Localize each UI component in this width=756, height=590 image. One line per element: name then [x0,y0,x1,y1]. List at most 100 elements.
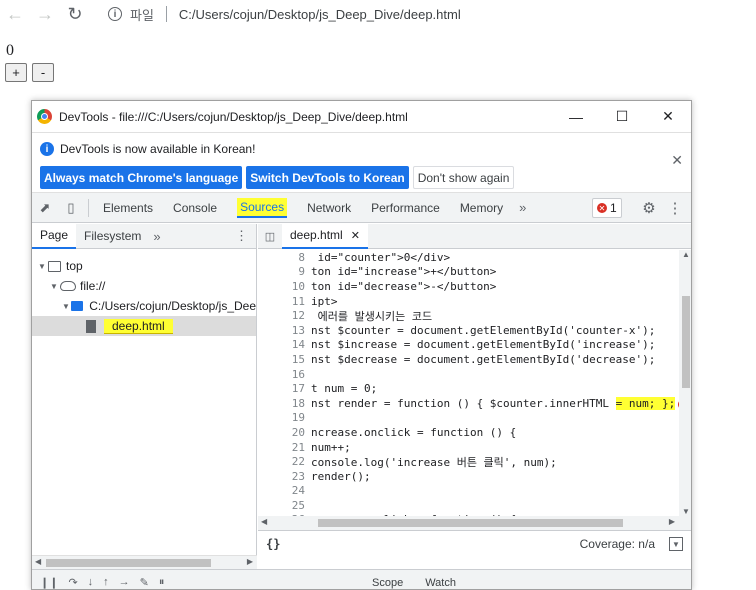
step-out-icon[interactable]: ↑ [103,576,109,589]
editor-horizontal-scrollbar[interactable]: ◀ ▶ [258,516,691,530]
tree-item-top[interactable]: ▼ top [32,256,256,276]
tab-console[interactable]: Console [163,193,227,223]
code-line[interactable]: 20 ncrease.onclick = function () { [258,425,679,440]
tab-memory[interactable]: Memory [450,193,513,223]
step-over-icon[interactable]: ↷ [68,576,77,589]
code-line[interactable]: 8 id="counter">0</div> [258,250,679,265]
scroll-left-icon[interactable]: ◀ [35,557,41,566]
coverage-toggle-icon[interactable]: ▼ [669,537,683,551]
match-language-button[interactable]: Always match Chrome's language [40,166,243,189]
line-number[interactable]: 10 [258,280,309,293]
line-number[interactable]: 16 [258,368,309,381]
expand-triangle-icon[interactable]: ▼ [50,282,60,291]
line-number[interactable]: 21 [258,441,309,454]
info-icon[interactable]: i [108,7,122,21]
device-toolbar-icon[interactable]: ▯ [58,193,84,223]
code-line[interactable]: 19 [258,411,679,426]
line-number[interactable]: 12 [258,309,309,322]
code-area[interactable]: 8 id="counter">0</div> 9 ton id="increase"… [258,250,679,516]
error-count-badge[interactable]: ✕ 1 [592,198,622,218]
scroll-thumb[interactable] [46,559,211,567]
navigator-menu-icon[interactable]: ⋮ [235,228,248,244]
reload-button[interactable]: ↻ [60,0,90,28]
line-number[interactable]: 24 [258,484,309,497]
close-window-button[interactable]: ✕ [645,101,691,133]
minimize-button[interactable]: — [553,101,599,133]
code-line[interactable]: 18 nst render = function () { $counter.in… [258,396,679,411]
tree-item-origin[interactable]: ▼ file:// [32,276,256,296]
scroll-down-icon[interactable]: ▼ [682,507,690,516]
line-number[interactable]: 19 [258,411,309,424]
close-tab-icon[interactable]: ✕ [351,229,360,242]
line-number[interactable]: 14 [258,338,309,351]
back-button[interactable]: ← [0,0,30,28]
increase-button[interactable]: + [5,63,27,82]
code-line[interactable]: 14 nst $increase = document.getElementByI… [258,338,679,353]
scroll-thumb[interactable] [682,296,690,388]
tab-network[interactable]: Network [297,193,361,223]
step-into-icon[interactable]: ↓ [88,576,94,589]
code-line[interactable]: 22 console.log('increase 버튼 클릭', num); [258,454,679,469]
pause-icon[interactable]: ❙❙ [40,576,58,589]
line-number[interactable]: 13 [258,324,309,337]
tab-watch[interactable]: Watch [425,577,456,589]
switch-korean-button[interactable]: Switch DevTools to Korean [246,166,409,189]
settings-gear-icon[interactable]: ⚙ [638,193,660,223]
decrease-button[interactable]: - [32,63,54,82]
code-line[interactable]: 11 ipt> [258,294,679,309]
tab-scope[interactable]: Scope [372,577,403,589]
line-number[interactable]: 25 [258,499,309,512]
line-number[interactable]: 20 [258,426,309,439]
tree-item-file[interactable]: deep.html [32,316,256,336]
editor-tab-deep-html[interactable]: deep.html ✕ [282,223,368,249]
tab-sources[interactable]: Sources [227,193,297,223]
line-number[interactable]: 8 [258,251,309,264]
toggle-navigator-icon[interactable]: ◫ [258,224,282,249]
code-line[interactable]: 9 ton id="increase">+</button> [258,265,679,280]
code-line[interactable]: 17 t num = 0; [258,381,679,396]
line-number[interactable]: 18 [258,397,309,410]
tab-performance[interactable]: Performance [361,193,450,223]
inspect-element-icon[interactable]: ⬈ [32,193,58,223]
notice-close-button[interactable]: ✕ [671,152,683,169]
line-number[interactable]: 23 [258,470,309,483]
tree-item-folder[interactable]: ▼ C:/Users/cojun/Desktop/js_Dee [32,296,256,316]
line-number[interactable]: 17 [258,382,309,395]
scroll-right-icon[interactable]: ▶ [247,557,253,566]
tab-page[interactable]: Page [32,223,77,249]
line-number[interactable]: 9 [258,265,309,278]
dont-show-again-button[interactable]: Don't show again [412,166,515,189]
scroll-left-icon[interactable]: ◀ [261,517,267,526]
pretty-print-button[interactable]: {} [266,537,280,551]
code-line[interactable]: 10 ton id="decrease">-</button> [258,279,679,294]
line-number[interactable]: 11 [258,295,309,308]
code-line[interactable]: 16 [258,367,679,382]
more-navigator-tabs-icon[interactable]: » [149,229,164,244]
line-number[interactable]: 15 [258,353,309,366]
code-line[interactable]: 21 num++; [258,440,679,455]
line-number[interactable]: 22 [258,455,309,468]
deactivate-breakpoints-icon[interactable]: ✎ [140,576,149,589]
forward-button[interactable]: → [30,0,60,28]
pause-on-exceptions-icon[interactable]: ⏸ [159,576,165,589]
expand-triangle-icon[interactable]: ▼ [62,302,71,311]
step-icon[interactable]: → [119,576,130,589]
more-tabs-icon[interactable]: » [513,200,532,215]
tab-elements[interactable]: Elements [93,193,163,223]
scroll-thumb[interactable] [318,519,623,527]
code-line[interactable]: 15 nst $decrease = document.getElementByI… [258,352,679,367]
code-line[interactable]: 12 에러를 발생시키는 코드 [258,308,679,323]
code-line[interactable]: 23 render(); [258,469,679,484]
scroll-up-icon[interactable]: ▲ [682,250,690,259]
code-line[interactable]: 24 [258,484,679,499]
tab-filesystem[interactable]: Filesystem [76,224,149,249]
address-url[interactable]: C:/Users/cojun/Desktop/js_Deep_Dive/deep… [179,7,461,22]
address-bar[interactable]: i 파일 C:/Users/cojun/Desktop/js_Deep_Dive… [108,2,461,26]
navigator-scrollbar[interactable]: ◀ ▶ [32,555,257,569]
expand-triangle-icon[interactable]: ▼ [38,262,48,271]
more-options-icon[interactable]: ⋮ [667,193,683,223]
code-line[interactable]: 13 nst $counter = document.getElementById… [258,323,679,338]
maximize-button[interactable]: ☐ [599,101,645,133]
editor-vertical-scrollbar[interactable]: ▲ ▼ [679,250,691,516]
scroll-right-icon[interactable]: ▶ [669,517,675,526]
